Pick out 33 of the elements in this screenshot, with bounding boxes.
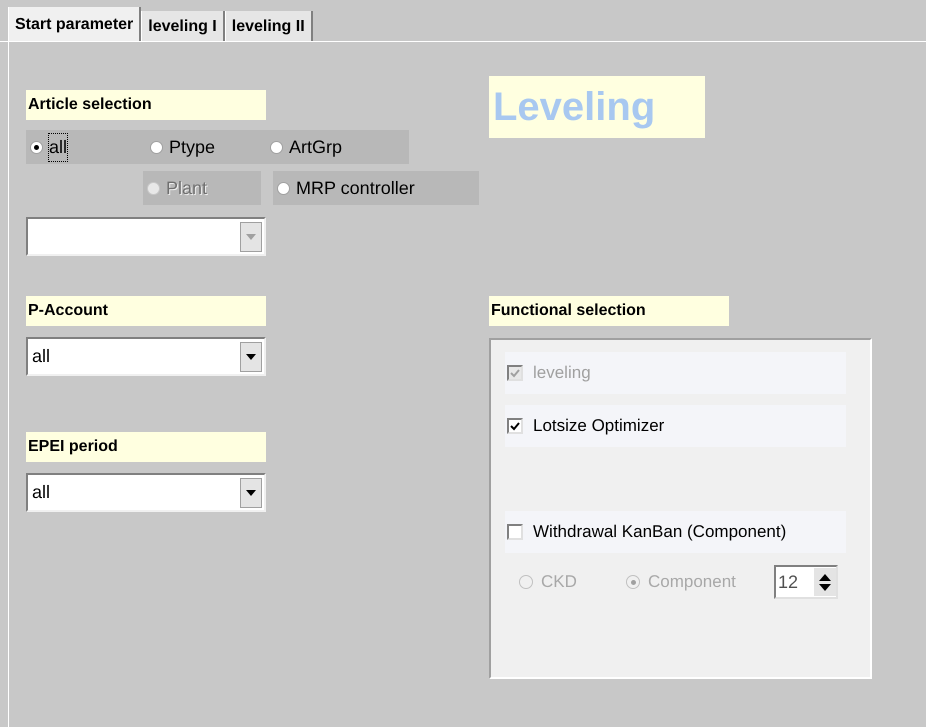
radio-label: Component — [648, 571, 736, 594]
dropdown-value: all — [32, 345, 50, 368]
section-label: P-Account — [26, 296, 266, 326]
section-label: Article selection — [26, 90, 266, 120]
number-spinner[interactable]: 12 — [774, 565, 838, 599]
checkbox-label: leveling — [533, 362, 591, 384]
tab[interactable]: leveling II — [224, 11, 313, 41]
section-label: Functional selection — [489, 296, 729, 326]
checkbox-label: Lotsize Optimizer — [533, 415, 664, 438]
radio-label: ArtGrp — [289, 136, 342, 159]
dropdown-value: all — [32, 481, 50, 504]
spinner-value: 12 — [778, 570, 798, 594]
checkbox-label: Withdrawal KanBan (Component) — [533, 521, 786, 544]
radio-button[interactable] — [30, 140, 43, 154]
checkbox[interactable] — [507, 418, 523, 434]
check-icon — [510, 422, 520, 430]
radio-label: MRP controller — [296, 176, 415, 200]
radio-button[interactable] — [277, 182, 290, 194]
radio-label: CKD — [541, 571, 577, 594]
radio-label: all — [49, 134, 68, 160]
dropdown[interactable]: all — [26, 337, 266, 376]
spinner-arrows-icon[interactable] — [814, 568, 836, 596]
title: Leveling — [489, 76, 705, 138]
radio-button[interactable] — [150, 140, 163, 154]
dropdown[interactable]: all — [26, 473, 266, 512]
radio-label: Ptype — [169, 136, 216, 159]
tab[interactable]: leveling I — [141, 11, 225, 41]
radio-label: Plant — [166, 176, 208, 200]
checkbox[interactable] — [507, 524, 523, 540]
radio-button[interactable] — [270, 140, 283, 154]
check-icon — [510, 368, 520, 378]
section-label: EPEI period — [26, 432, 266, 462]
tab[interactable]: Start parameter — [8, 7, 142, 41]
